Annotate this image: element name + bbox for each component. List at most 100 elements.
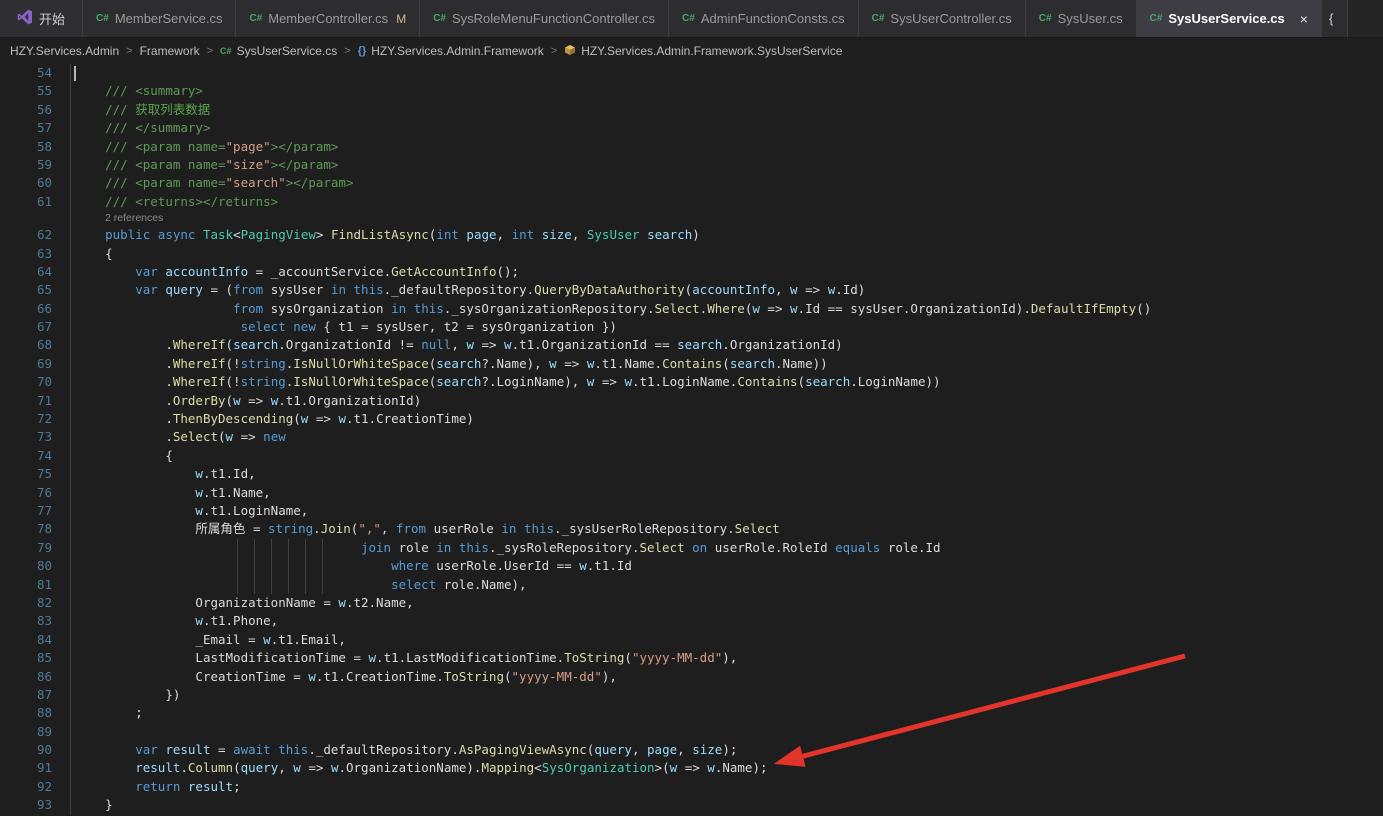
code-line-text[interactable]: /// </summary> bbox=[75, 119, 210, 137]
line-number[interactable]: 90 bbox=[0, 741, 52, 759]
code-line-text[interactable]: w.t1.Name, bbox=[75, 484, 271, 502]
code-line-text[interactable]: .WhereIf(!string.IsNullOrWhiteSpace(sear… bbox=[75, 373, 941, 391]
line-number[interactable]: 85 bbox=[0, 649, 52, 667]
code-line-text[interactable]: var accountInfo = _accountService.GetAcc… bbox=[75, 263, 519, 281]
code-line-text[interactable]: /// <param name="page"></param> bbox=[75, 138, 338, 156]
breadcrumb-item-framework[interactable]: Framework bbox=[140, 44, 200, 58]
code-line-text[interactable]: return result; bbox=[75, 778, 241, 796]
line-number[interactable]: 78 bbox=[0, 520, 52, 538]
line-number[interactable]: 82 bbox=[0, 594, 52, 612]
line-number[interactable]: 61 bbox=[0, 193, 52, 211]
csharp-icon: C# bbox=[433, 13, 446, 24]
code-line-text[interactable]: var query = (from sysUser in this._defau… bbox=[75, 281, 865, 299]
code-line-text[interactable]: var result = await this._defaultReposito… bbox=[75, 741, 737, 759]
code-line: 55 /// <summary> bbox=[0, 82, 1383, 100]
close-icon[interactable]: × bbox=[1300, 12, 1308, 26]
codelens-references[interactable]: 2 references bbox=[0, 211, 1383, 226]
line-number[interactable]: 91 bbox=[0, 759, 52, 777]
code-line-text[interactable]: w.t1.LoginName, bbox=[75, 502, 308, 520]
line-number[interactable]: 86 bbox=[0, 668, 52, 686]
code-line-text[interactable]: ; bbox=[75, 704, 143, 722]
line-number[interactable]: 54 bbox=[0, 64, 52, 82]
line-number[interactable]: 65 bbox=[0, 281, 52, 299]
code-line-text[interactable]: /// 获取列表数据 bbox=[75, 101, 210, 119]
line-number[interactable]: 80 bbox=[0, 557, 52, 575]
code-line-text[interactable]: where userRole.UserId == w.t1.Id bbox=[75, 557, 632, 575]
line-number[interactable]: 74 bbox=[0, 447, 52, 465]
code-line-text[interactable]: _Email = w.t1.Email, bbox=[75, 631, 346, 649]
breadcrumb-item-hzy-services-admin[interactable]: HZY.Services.Admin bbox=[10, 44, 119, 58]
code-line-text[interactable]: w.t1.Phone, bbox=[75, 612, 278, 630]
line-number[interactable]: 88 bbox=[0, 704, 52, 722]
line-number[interactable]: 77 bbox=[0, 502, 52, 520]
tab-sysuserservice-cs[interactable]: C#SysUserService.cs× bbox=[1137, 0, 1322, 37]
line-number[interactable]: 81 bbox=[0, 576, 52, 594]
code-line-text[interactable]: OrganizationName = w.t2.Name, bbox=[75, 594, 414, 612]
line-number[interactable]: 75 bbox=[0, 465, 52, 483]
tab-item[interactable]: { bbox=[1322, 0, 1348, 37]
code-line-text[interactable]: join role in this._sysRoleRepository.Sel… bbox=[75, 539, 941, 557]
line-number[interactable]: 66 bbox=[0, 300, 52, 318]
line-number[interactable]: 56 bbox=[0, 101, 52, 119]
code-line: 72 .ThenByDescending(w => w.t1.CreationT… bbox=[0, 410, 1383, 428]
breadcrumb-item-hzy-services-admin-framework-sysuserservice[interactable]: HZY.Services.Admin.Framework.SysUserServ… bbox=[564, 44, 842, 59]
code-line-text[interactable]: /// <param name="search"></param> bbox=[75, 174, 353, 192]
line-number[interactable]: 70 bbox=[0, 373, 52, 391]
code-line-text[interactable]: } bbox=[75, 796, 113, 814]
code-line-text[interactable]: CreationTime = w.t1.CreationTime.ToStrin… bbox=[75, 668, 617, 686]
line-number[interactable]: 67 bbox=[0, 318, 52, 336]
line-number[interactable]: 68 bbox=[0, 336, 52, 354]
tab-sysusercontroller-cs[interactable]: C#SysUserController.cs bbox=[859, 0, 1026, 37]
code-line-text[interactable]: /// <param name="size"></param> bbox=[75, 156, 338, 174]
tab-开始[interactable]: 开始 bbox=[0, 0, 83, 37]
line-number[interactable]: 89 bbox=[0, 723, 52, 741]
line-number[interactable]: 62 bbox=[0, 226, 52, 244]
code-line-text[interactable]: result.Column(query, w => w.Organization… bbox=[75, 759, 768, 777]
code-line-text[interactable]: }) bbox=[75, 686, 180, 704]
code-line-text[interactable]: 所属角色 = string.Join(",", from userRole in… bbox=[75, 520, 780, 538]
vs-window: 开始C#MemberService.csC#MemberController.c… bbox=[0, 0, 1383, 815]
line-number[interactable]: 58 bbox=[0, 138, 52, 156]
line-number[interactable]: 55 bbox=[0, 82, 52, 100]
code-line-text[interactable]: .WhereIf(search.OrganizationId != null, … bbox=[75, 336, 843, 354]
line-number[interactable]: 73 bbox=[0, 428, 52, 446]
line-number[interactable]: 60 bbox=[0, 174, 52, 192]
line-number[interactable]: 72 bbox=[0, 410, 52, 428]
code-line-text[interactable]: /// <returns></returns> bbox=[75, 193, 278, 211]
line-number[interactable]: 87 bbox=[0, 686, 52, 704]
code-line-text[interactable]: from sysOrganization in this._sysOrganiz… bbox=[75, 300, 1151, 318]
tab-label: SysUser.cs bbox=[1058, 11, 1123, 26]
breadcrumb-item-hzy-services-admin-framework[interactable]: {}HZY.Services.Admin.Framework bbox=[358, 44, 544, 58]
code-line-text[interactable]: w.t1.Id, bbox=[75, 465, 256, 483]
line-number[interactable]: 64 bbox=[0, 263, 52, 281]
tab-sysuser-cs[interactable]: C#SysUser.cs bbox=[1026, 0, 1137, 37]
code-line-text[interactable]: .OrderBy(w => w.t1.OrganizationId) bbox=[75, 392, 421, 410]
tab-sysrolemenufunctioncontroller-cs[interactable]: C#SysRoleMenuFunctionController.cs bbox=[420, 0, 669, 37]
code-line-text[interactable]: .Select(w => new bbox=[75, 428, 286, 446]
code-line-text[interactable]: .ThenByDescending(w => w.t1.CreationTime… bbox=[75, 410, 474, 428]
line-number[interactable]: 93 bbox=[0, 796, 52, 814]
tab-adminfunctionconsts-cs[interactable]: C#AdminFunctionConsts.cs bbox=[669, 0, 859, 37]
line-number[interactable]: 92 bbox=[0, 778, 52, 796]
line-number[interactable]: 71 bbox=[0, 392, 52, 410]
line-number[interactable]: 63 bbox=[0, 245, 52, 263]
code-line-text[interactable]: select new { t1 = sysUser, t2 = sysOrgan… bbox=[75, 318, 617, 336]
line-number[interactable]: 76 bbox=[0, 484, 52, 502]
line-number[interactable]: 79 bbox=[0, 539, 52, 557]
line-number[interactable]: 84 bbox=[0, 631, 52, 649]
line-number[interactable]: 57 bbox=[0, 119, 52, 137]
tab-membercontroller-cs[interactable]: C#MemberController.csM bbox=[236, 0, 420, 37]
code-line-text[interactable]: LastModificationTime = w.t1.LastModifica… bbox=[75, 649, 737, 667]
code-line-text[interactable]: { bbox=[75, 447, 173, 465]
code-line-text[interactable]: public async Task<PagingView> FindListAs… bbox=[75, 226, 700, 244]
code-line-text[interactable]: select role.Name), bbox=[75, 576, 527, 594]
code-line-text[interactable]: .WhereIf(!string.IsNullOrWhiteSpace(sear… bbox=[75, 355, 828, 373]
breadcrumb-item-sysuserservice-cs[interactable]: C#SysUserService.cs bbox=[220, 44, 337, 58]
code-line: 63 { bbox=[0, 245, 1383, 263]
tab-memberservice-cs[interactable]: C#MemberService.cs bbox=[83, 0, 236, 37]
line-number[interactable]: 69 bbox=[0, 355, 52, 373]
code-line-text[interactable]: /// <summary> bbox=[75, 82, 203, 100]
line-number[interactable]: 59 bbox=[0, 156, 52, 174]
code-line-text[interactable]: { bbox=[75, 245, 113, 263]
line-number[interactable]: 83 bbox=[0, 612, 52, 630]
